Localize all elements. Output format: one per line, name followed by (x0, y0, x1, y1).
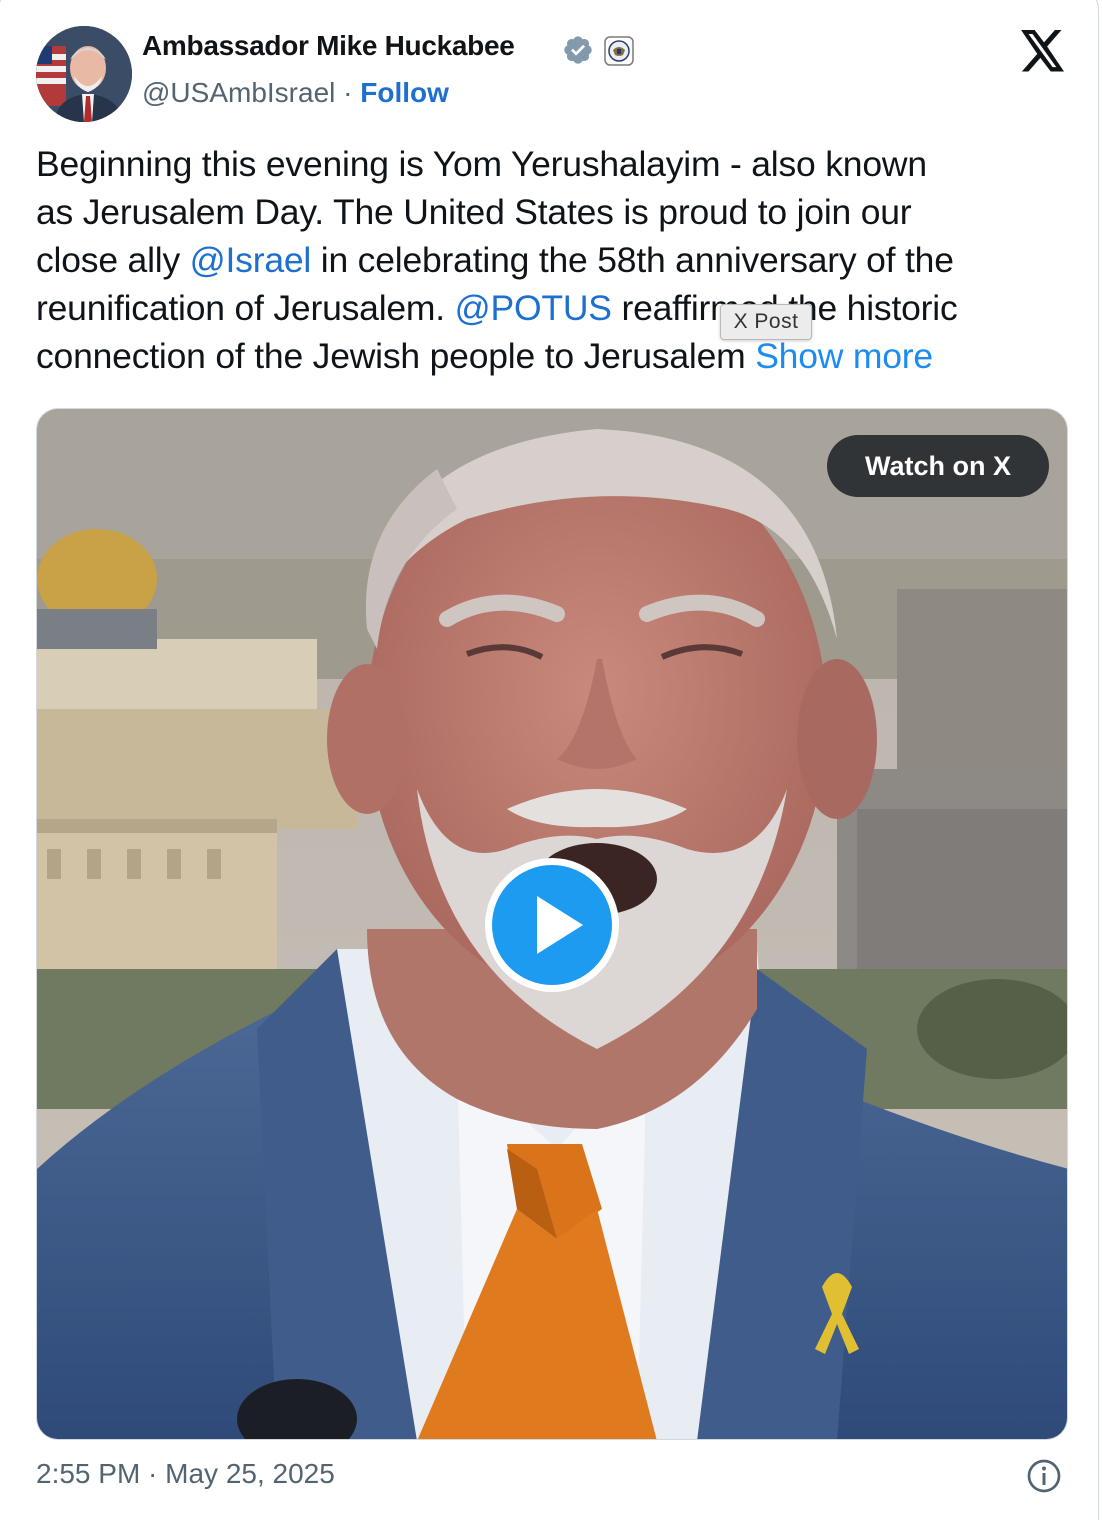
mention-link[interactable]: @Israel (190, 240, 312, 280)
post-text-line: as Jerusalem Day. The United States is p… (36, 188, 1076, 236)
post-text-line: Beginning this evening is Yom Yerushalay… (36, 140, 1076, 188)
play-button[interactable] (485, 858, 619, 992)
avatar-image (36, 26, 132, 122)
verified-badge-icon (564, 36, 592, 64)
post-timestamp[interactable]: 2:55 PM · May 25, 2025 (36, 1458, 335, 1490)
x-logo-icon[interactable] (1020, 30, 1066, 72)
x-post-tooltip: X Post (720, 304, 812, 340)
embedded-post-page: Ambassador Mike Huckabee @USAmbIsrael · … (0, 0, 1102, 1520)
post-text-segment: connection of the Jewish people to Jerus… (36, 336, 756, 376)
video-player[interactable]: Watch on X (36, 408, 1068, 1440)
post-text-line: connection of the Jewish people to Jerus… (36, 332, 1076, 380)
mention-link[interactable]: @POTUS (455, 288, 612, 328)
play-icon (537, 896, 583, 954)
show-more-link[interactable]: Show more (755, 336, 933, 376)
handle-separator: · (335, 77, 361, 108)
government-seal-icon (604, 36, 634, 66)
follow-button[interactable]: Follow (360, 77, 449, 108)
post-text-segment: close ally (36, 240, 190, 280)
post-text-segment: in celebrating the 58th anniversary of t… (311, 240, 954, 280)
post-text-line: reunification of Jerusalem. @POTUS reaff… (36, 284, 1076, 332)
author-handle-row: @USAmbIsrael · Follow (142, 77, 449, 109)
post-text-line: close ally @Israel in celebrating the 58… (36, 236, 1076, 284)
post-text-segment: Beginning this evening is Yom Yerushalay… (36, 144, 927, 184)
post-text-segment: as Jerusalem Day. The United States is p… (36, 192, 912, 232)
info-icon[interactable] (1026, 1458, 1062, 1494)
post-text: Beginning this evening is Yom Yerushalay… (36, 140, 1076, 380)
watch-on-x-button[interactable]: Watch on X (827, 435, 1049, 497)
author-display-name[interactable]: Ambassador Mike Huckabee (142, 30, 515, 62)
post-text-segment: reunification of Jerusalem. (36, 288, 455, 328)
author-handle[interactable]: @USAmbIsrael (142, 77, 335, 108)
avatar[interactable] (36, 26, 132, 122)
